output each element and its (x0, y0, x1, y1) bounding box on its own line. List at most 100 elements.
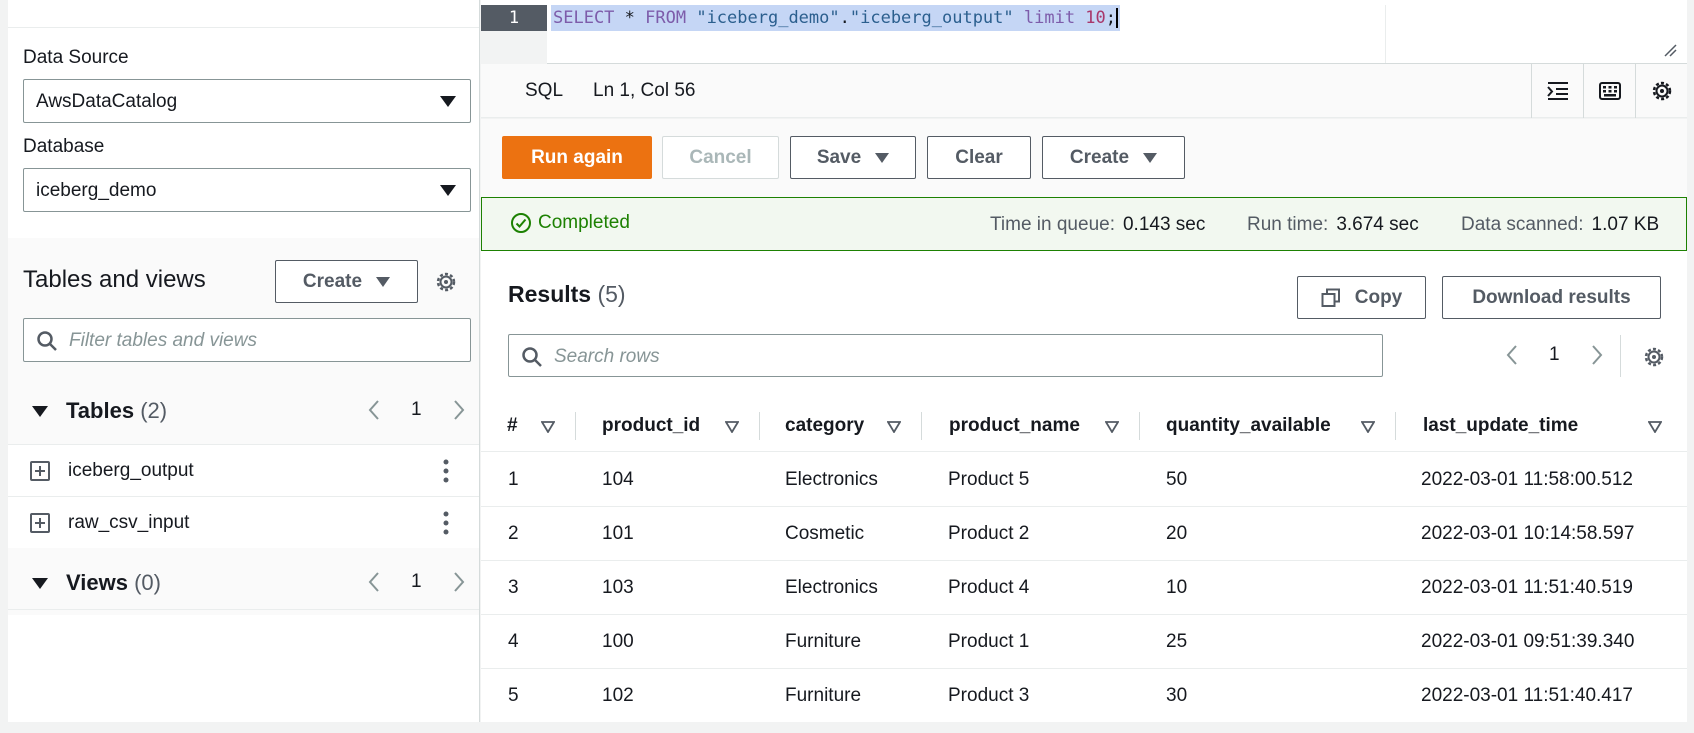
copy-button[interactable]: Copy (1297, 276, 1426, 319)
chevron-right-icon[interactable] (452, 571, 466, 593)
table-name[interactable]: raw_csv_input (68, 512, 189, 534)
data-source-select[interactable]: AwsDataCatalog (23, 79, 471, 123)
table-name[interactable]: iceberg_output (68, 460, 194, 482)
column-divider[interactable] (759, 412, 760, 440)
views-section-header[interactable]: Views (0) 1 (8, 554, 479, 610)
cell-product-id: 104 (602, 469, 634, 490)
cell-product-id: 103 (602, 577, 634, 598)
chevron-right-icon[interactable] (1590, 344, 1604, 366)
create-table-button[interactable]: Create (275, 260, 418, 303)
cell-row-number: 4 (508, 631, 519, 652)
save-label: Save (816, 146, 862, 168)
results-table-header: # product_id category product_name quant… (481, 400, 1687, 452)
data-scanned-value: 1.07 KB (1591, 214, 1660, 235)
cell-last-update: 2022-03-01 11:51:40.417 (1421, 685, 1633, 706)
column-header[interactable]: # (507, 415, 518, 437)
chevron-left-icon[interactable] (1505, 344, 1519, 366)
gear-icon[interactable] (434, 270, 458, 294)
cell-last-update: 2022-03-01 09:51:39.340 (1421, 631, 1635, 652)
query-status-bar: Completed Time in queue: 0.143 sec Run ti… (481, 197, 1687, 251)
clear-label: Clear (955, 146, 1003, 168)
search-icon (37, 331, 57, 351)
column-header[interactable]: last_update_time (1423, 415, 1578, 437)
tables-section-header[interactable]: Tables (2) 1 (8, 382, 479, 438)
create-table-label: Create (302, 270, 363, 292)
save-button[interactable]: Save (790, 136, 916, 179)
results-count: (5) (597, 281, 626, 307)
download-results-button[interactable]: Download results (1442, 276, 1661, 319)
database-select[interactable]: iceberg_demo (23, 168, 471, 212)
time-in-queue: Time in queue: 0.143 sec (990, 214, 1205, 236)
create-button[interactable]: Create (1042, 136, 1185, 179)
cell-last-update: 2022-03-01 10:14:58.597 (1421, 523, 1635, 544)
clear-button[interactable]: Clear (927, 136, 1031, 179)
results-page-number[interactable]: 1 (1549, 344, 1560, 366)
cell-category: Furniture (785, 631, 862, 652)
column-divider[interactable] (921, 412, 922, 440)
cell-quantity: 50 (1166, 469, 1188, 490)
more-options-icon[interactable] (443, 459, 449, 483)
status-text: Completed (538, 212, 630, 233)
pager-divider (1620, 335, 1621, 377)
sort-icon[interactable] (1105, 421, 1119, 433)
tables-page-number[interactable]: 1 (411, 399, 422, 421)
sql-keyword: limit (1013, 8, 1086, 28)
caret-down-icon (1143, 152, 1158, 163)
editor-settings-button[interactable] (1635, 64, 1687, 118)
create-label: Create (1069, 146, 1130, 168)
column-divider[interactable] (575, 412, 576, 440)
column-divider[interactable] (1395, 412, 1396, 440)
table-item-raw-csv-input[interactable]: raw_csv_input (8, 496, 479, 548)
cell-product-id: 100 (602, 631, 634, 652)
filter-tables-input[interactable]: Filter tables and views (23, 318, 471, 362)
sql-query-text[interactable]: SELECT * FROM "iceberg_demo"."iceberg_ou… (551, 5, 1121, 31)
chevron-right-icon[interactable] (452, 399, 466, 421)
column-divider[interactable] (1139, 412, 1140, 440)
data-scanned-label: Data scanned: (1461, 214, 1584, 235)
expand-plus-icon[interactable] (30, 513, 50, 533)
sql-keyword: FROM (645, 8, 687, 28)
expand-plus-icon[interactable] (30, 461, 50, 481)
time-in-queue-value: 0.143 sec (1122, 214, 1206, 235)
main-area: 1 SELECT * FROM "iceberg_demo"."iceberg_… (481, 0, 1687, 722)
table-row: 1 104 Electronics Product 5 50 2022-03-0… (481, 453, 1687, 507)
sql-token: ; (1105, 8, 1117, 28)
cell-category: Electronics (785, 469, 878, 490)
gear-icon[interactable] (1642, 345, 1666, 369)
table-item-iceberg-output[interactable]: iceberg_output (8, 444, 479, 496)
sort-icon[interactable] (541, 421, 555, 433)
format-query-button[interactable] (1531, 64, 1583, 118)
data-source-label: Data Source (23, 47, 129, 68)
column-header[interactable]: product_id (602, 415, 700, 437)
column-header[interactable]: quantity_available (1166, 415, 1331, 437)
copy-icon (1321, 288, 1340, 307)
column-header[interactable]: category (785, 415, 864, 437)
database-value: iceberg_demo (36, 180, 157, 201)
sort-icon[interactable] (1648, 421, 1662, 433)
cancel-button[interactable]: Cancel (662, 136, 779, 179)
keyboard-shortcuts-button[interactable] (1583, 64, 1635, 118)
cell-category: Electronics (785, 577, 878, 598)
views-page-number[interactable]: 1 (411, 571, 422, 593)
caret-down-icon (376, 276, 391, 287)
gear-icon (1652, 81, 1671, 101)
column-header[interactable]: product_name (949, 415, 1080, 437)
sort-icon[interactable] (725, 421, 739, 433)
search-rows-input[interactable]: Search rows (508, 334, 1383, 377)
sort-icon[interactable] (887, 421, 901, 433)
run-again-button[interactable]: Run again (502, 136, 652, 179)
results-pager: 1 (1505, 344, 1604, 366)
cell-row-number: 2 (508, 523, 519, 544)
more-options-icon[interactable] (443, 511, 449, 535)
chevron-left-icon[interactable] (367, 571, 381, 593)
search-icon (522, 347, 542, 367)
results-title-text: Results (508, 281, 592, 307)
sql-token: . (839, 8, 850, 28)
cell-product-id: 101 (602, 523, 634, 544)
editor-status-bar: SQL Ln 1, Col 56 (481, 64, 1687, 118)
sql-editor[interactable]: 1 SELECT * FROM "iceberg_demo"."iceberg_… (481, 0, 1687, 64)
views-count: (0) (134, 570, 161, 595)
sort-icon[interactable] (1361, 421, 1375, 433)
resize-handle-icon[interactable] (1663, 43, 1677, 57)
chevron-left-icon[interactable] (367, 399, 381, 421)
